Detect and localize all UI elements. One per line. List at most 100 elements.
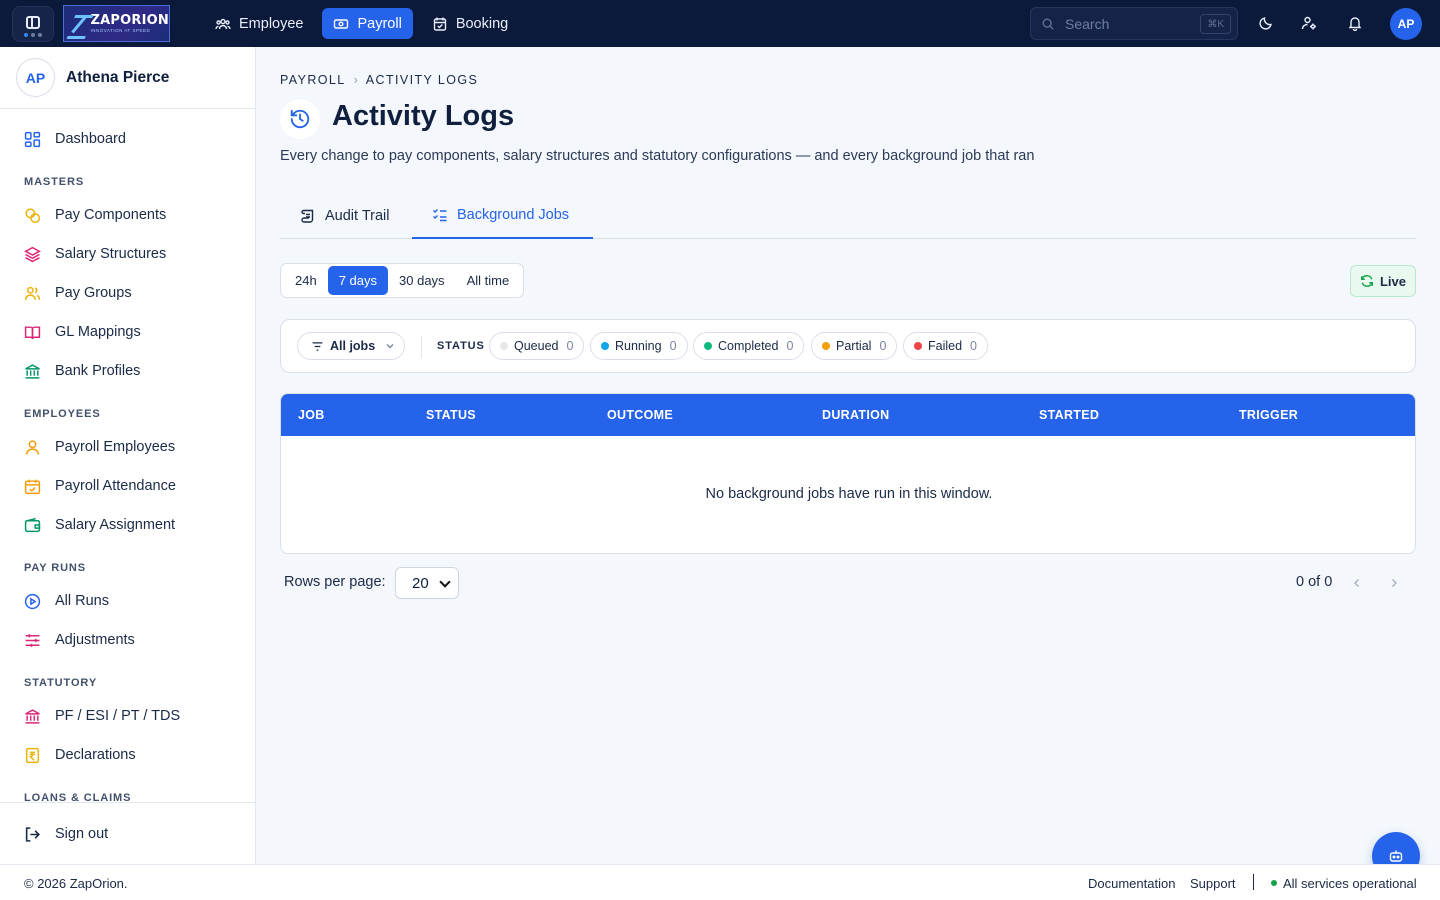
chip-count: 0 [879,339,887,353]
breadcrumb-activity-logs: ACTIVITY LOGS [365,73,479,87]
tab-background-jobs-label: Background Jobs [457,207,570,223]
chevron-left-icon [1353,578,1360,588]
search-shortcut: ⌘K [1200,14,1231,34]
tab-audit-trail-label: Audit Trail [325,208,390,224]
column-header-started[interactable]: STARTED [1039,408,1099,422]
column-header-duration[interactable]: DURATION [822,408,889,422]
sidebar-item-label: Salary Assignment [55,517,176,533]
range-24h[interactable]: 24h [284,266,328,295]
system-status-link[interactable]: All services operational [1283,876,1417,891]
chevron-right-icon [1391,578,1398,588]
section-loans-claims: LOANS & CLAIMS [24,792,132,802]
sidebar-item-salary-assignment[interactable]: Salary Assignment [0,507,255,543]
topnav-employee[interactable]: Employee [204,8,314,39]
status-chip-queued[interactable]: Queued 0 [489,332,585,360]
scroll-icon [301,209,314,223]
top-navigation: Employee Payroll Booking [204,8,519,39]
sidebar-item-adjustments[interactable]: Adjustments [0,622,255,658]
log-out-icon [25,826,41,842]
topnav-employee-label: Employee [239,15,304,32]
sign-out-button[interactable]: Sign out [0,816,255,852]
rows-per-page-select[interactable]: 20 [395,567,459,599]
avatar[interactable]: AP [1390,8,1422,40]
sidebar-item-declarations[interactable]: Declarations [0,737,255,773]
layers-icon [24,246,41,262]
documentation-link[interactable]: Documentation [1088,876,1175,891]
sidebar-item-gl-mappings[interactable]: GL Mappings [0,314,255,350]
top-bar: ZAPORION INNOVATION AT SPEED Employee Pa… [0,0,1440,47]
status-chip-running[interactable]: Running 0 [590,332,688,360]
column-header-outcome[interactable]: OUTCOME [607,408,673,422]
empty-state-message: No background jobs have run in this wind… [705,486,993,502]
rows-per-page-label: Rows per page: [284,574,386,590]
book-open-icon [24,325,41,339]
sidebar-item-pay-groups[interactable]: Pay Groups [0,275,255,311]
sidebar-item-label: Payroll Employees [55,439,176,455]
status-chip-failed[interactable]: Failed 0 [903,332,988,360]
search-input[interactable]: Search ⌘K [1030,7,1238,40]
range-7-days[interactable]: 7 days [327,266,389,295]
sidebar-item-payroll-employees[interactable]: Payroll Employees [0,429,255,465]
sidebar-item-label: Payroll Attendance [55,478,176,494]
chip-label: Failed [928,339,963,353]
sidebar-item-label: Pay Groups [55,285,132,301]
notifications-button[interactable] [1344,12,1366,34]
all-jobs-label: All jobs [330,339,376,353]
sidebar-toggle-button[interactable] [12,6,54,42]
chevron-right-icon: › [353,73,358,87]
range-30-days[interactable]: 30 days [388,266,456,295]
coins-icon [25,207,41,223]
user-icon [25,439,40,454]
sidebar: AP Athena Pierce Dashboard MASTERS Pay C… [0,47,256,864]
chip-label: Partial [836,339,872,353]
sidebar-item-label: Bank Profiles [55,363,141,379]
bell-icon [1348,17,1362,31]
user-settings-button[interactable] [1298,12,1320,34]
breadcrumb: PAYROLL › ACTIVITY LOGS [280,73,478,87]
topnav-booking[interactable]: Booking [421,8,519,39]
moon-icon [1259,17,1272,30]
logo-mark-icon [68,11,91,37]
history-icon [280,99,320,139]
column-header-job[interactable]: JOB [298,408,325,422]
sidebar-nav[interactable]: Dashboard MASTERS Pay Components Salary … [0,109,255,802]
sidebar-item-salary-structures[interactable]: Salary Structures [0,236,255,272]
live-toggle-button[interactable]: Live [1350,265,1416,297]
user-name: Athena Pierce [66,68,170,86]
support-link[interactable]: Support [1190,876,1236,891]
completed-dot [704,342,712,350]
previous-page-button[interactable] [1346,572,1368,594]
time-range-selector: 24h 7 days 30 days All time [280,263,525,298]
sidebar-item-bank-profiles[interactable]: Bank Profiles [0,353,255,389]
section-statutory: STATUTORY [24,677,98,689]
money-icon [334,18,349,29]
sidebar-item-dashboard[interactable]: Dashboard [0,121,255,157]
filter-bar: All jobs STATUS Queued 0 Running 0 Compl… [280,319,1416,373]
tab-bar: Audit Trail Background Jobs [280,193,1416,239]
breadcrumb-payroll[interactable]: PAYROLL [280,73,346,87]
app-logo[interactable]: ZAPORION INNOVATION AT SPEED [63,5,170,42]
sidebar-user[interactable]: AP Athena Pierce [0,47,255,109]
sidebar-item-all-runs[interactable]: All Runs [0,583,255,619]
chip-label: Completed [718,339,779,353]
search-icon [1042,17,1054,30]
section-masters: MASTERS [24,176,85,188]
workspace-dots [24,33,42,37]
status-chip-partial[interactable]: Partial 0 [811,332,898,360]
next-page-button[interactable] [1383,572,1405,594]
topnav-payroll[interactable]: Payroll [322,8,413,39]
all-jobs-dropdown[interactable]: All jobs [297,332,405,360]
sidebar-item-pf-esi-pt-tds[interactable]: PF / ESI / PT / TDS [0,698,255,734]
sidebar-item-pay-components[interactable]: Pay Components [0,197,255,233]
theme-toggle-button[interactable] [1255,12,1277,34]
tab-audit-trail[interactable]: Audit Trail [300,193,389,239]
column-header-trigger[interactable]: TRIGGER [1239,408,1298,422]
tab-background-jobs[interactable]: Background Jobs [412,193,593,239]
landmark-icon [25,708,40,724]
section-employees: EMPLOYEES [24,408,101,420]
status-chip-completed[interactable]: Completed 0 [693,332,805,360]
column-header-status[interactable]: STATUS [426,408,476,422]
chip-count: 0 [786,339,794,353]
sidebar-item-payroll-attendance[interactable]: Payroll Attendance [0,468,255,504]
range-all-time[interactable]: All time [456,266,521,295]
